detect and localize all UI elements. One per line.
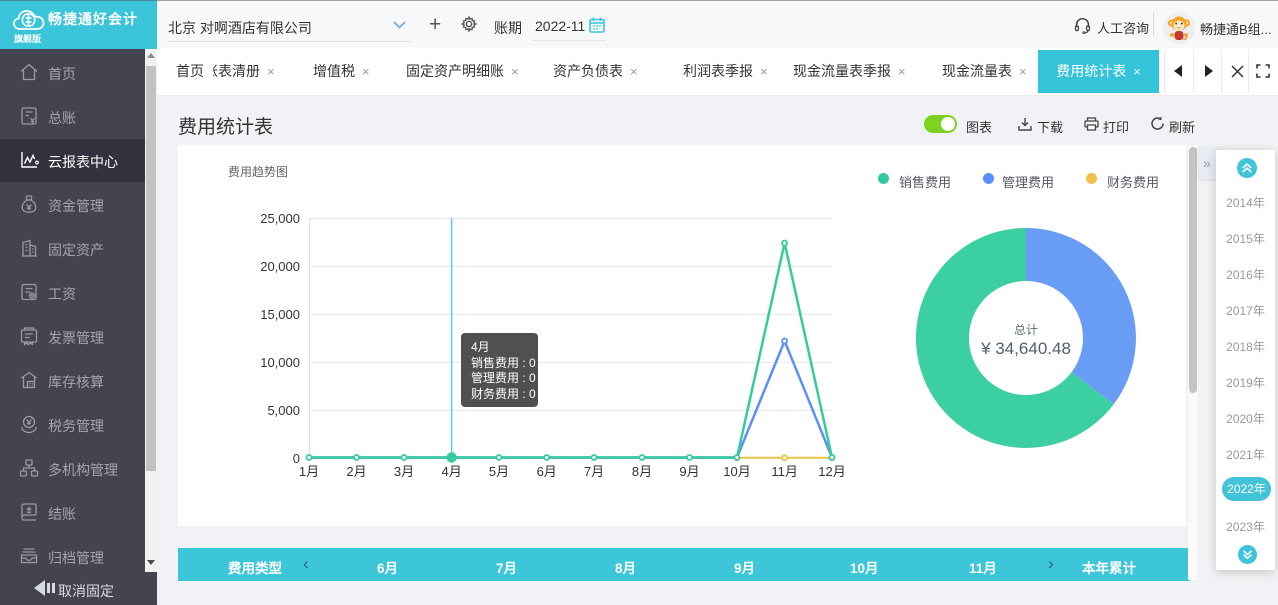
svg-text:10,000: 10,000 (260, 355, 300, 370)
svg-text:20,000: 20,000 (260, 259, 300, 274)
svg-text:5,000: 5,000 (267, 403, 300, 418)
svg-text:11月: 11月 (771, 464, 798, 479)
svg-text:1月: 1月 (299, 464, 319, 479)
svg-text:8月: 8月 (632, 464, 652, 479)
svg-text:3月: 3月 (394, 464, 414, 479)
svg-text:4月: 4月 (441, 464, 461, 479)
svg-text:¥ 34,640.48: ¥ 34,640.48 (980, 339, 1071, 358)
svg-text:总计: 总计 (1014, 323, 1038, 337)
svg-text:7月: 7月 (584, 464, 604, 479)
svg-text:12月: 12月 (818, 464, 845, 479)
svg-text:9月: 9月 (679, 464, 699, 479)
svg-text:6月: 6月 (537, 464, 557, 479)
svg-text:2月: 2月 (346, 464, 366, 479)
svg-text:10月: 10月 (723, 464, 750, 479)
svg-text:25,000: 25,000 (260, 211, 300, 226)
svg-text:15,000: 15,000 (260, 307, 300, 322)
svg-text:5月: 5月 (489, 464, 509, 479)
